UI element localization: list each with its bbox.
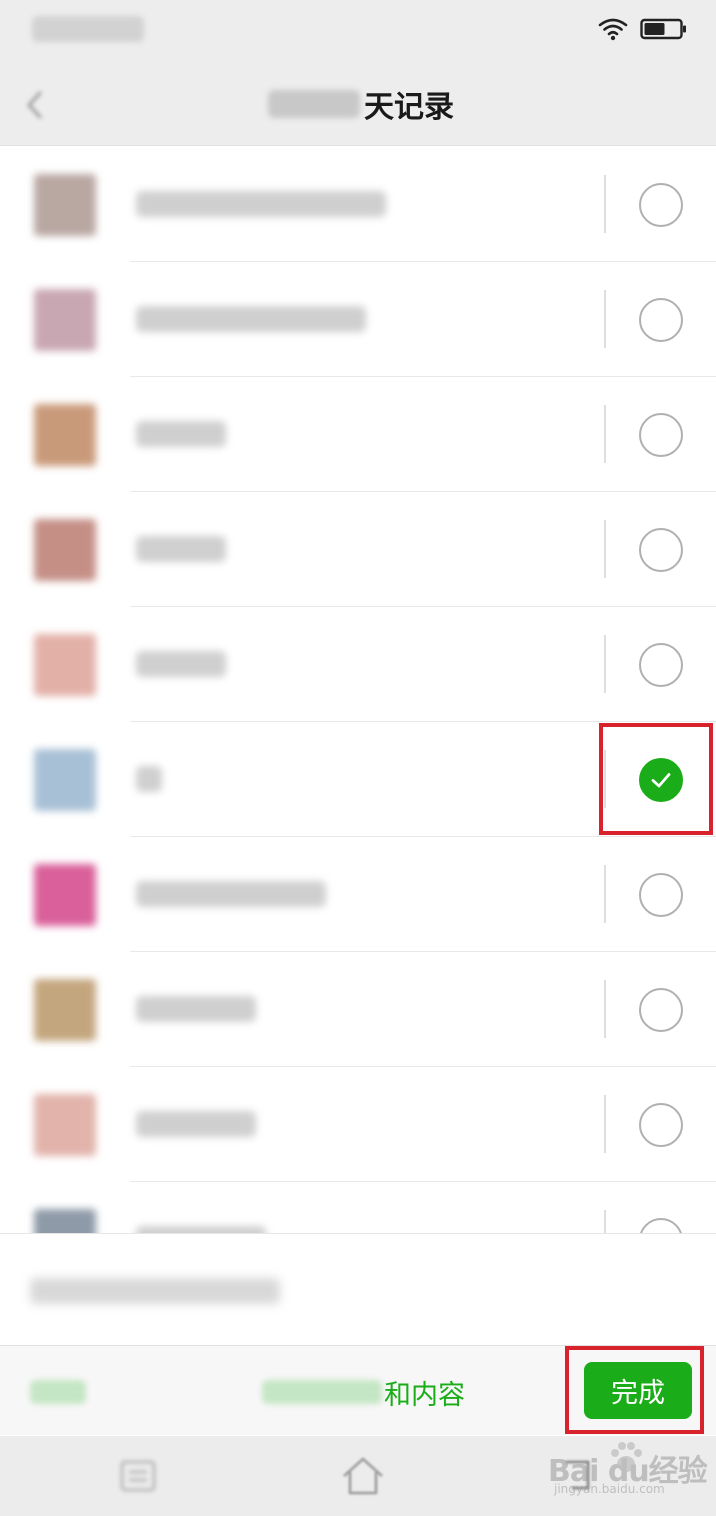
chat-checkbox[interactable] [639, 183, 683, 227]
row-divider [604, 290, 606, 348]
chat-name-blurred [136, 881, 326, 907]
chat-checkbox[interactable] [639, 528, 683, 572]
selection-summary-blurred-text [30, 1278, 280, 1304]
chat-row[interactable] [0, 837, 716, 952]
chat-checkbox[interactable] [639, 643, 683, 687]
chat-name-blurred [136, 1226, 266, 1233]
chat-checkbox[interactable] [639, 1218, 683, 1233]
page-title-blurred-part [268, 90, 360, 118]
row-divider [604, 980, 606, 1038]
chat-row[interactable] [0, 952, 716, 1067]
filter-link-blurred-part [262, 1380, 382, 1404]
row-divider [604, 865, 606, 923]
baidu-jingyan-watermark: Bai du经验 jingyan.baidu.com [548, 1438, 708, 1502]
chat-name-blurred [136, 766, 162, 792]
status-bar [0, 0, 716, 62]
page-title: 天记录 [268, 84, 454, 125]
chat-name-blurred [136, 996, 256, 1022]
chat-name-blurred [136, 651, 226, 677]
chat-row[interactable] [0, 1182, 716, 1233]
chat-name-blurred [136, 306, 366, 332]
chat-name-blurred [136, 421, 226, 447]
row-divider [604, 405, 606, 463]
avatar [34, 289, 96, 351]
avatar [34, 174, 96, 236]
filter-link-visible-text: 和内容 [384, 1379, 465, 1411]
chat-checkbox[interactable] [639, 413, 683, 457]
page-title-visible-text: 天记录 [364, 90, 454, 125]
selection-summary [0, 1233, 716, 1345]
home-icon[interactable] [340, 1454, 386, 1498]
chat-row[interactable] [0, 607, 716, 722]
avatar [34, 749, 96, 811]
wifi-icon [598, 18, 628, 41]
avatar [34, 404, 96, 466]
row-divider [604, 175, 606, 233]
status-time-blurred [32, 16, 144, 42]
menu-icon[interactable] [118, 1458, 158, 1494]
chat-row[interactable] [0, 147, 716, 262]
chat-list [0, 147, 716, 1233]
battery-icon [640, 18, 686, 40]
avatar [34, 1209, 96, 1233]
chat-checkbox[interactable] [639, 873, 683, 917]
chat-row[interactable] [0, 377, 716, 492]
highlight-selected-checkbox [599, 723, 713, 835]
avatar [34, 864, 96, 926]
chat-name-blurred [136, 191, 386, 217]
chat-row[interactable] [0, 1067, 716, 1182]
row-divider [604, 1210, 606, 1233]
row-divider [604, 635, 606, 693]
back-arrow-icon[interactable] [22, 90, 48, 120]
row-divider [604, 520, 606, 578]
chat-name-blurred [136, 1111, 256, 1137]
avatar [34, 1094, 96, 1156]
chat-checkbox[interactable] [639, 1103, 683, 1147]
avatar [34, 634, 96, 696]
filter-by-time-and-content-link[interactable]: 和内容 [262, 1374, 465, 1411]
row-divider [604, 1095, 606, 1153]
highlight-done-button [565, 1346, 704, 1434]
chat-row[interactable] [0, 262, 716, 377]
avatar [34, 979, 96, 1041]
select-all-button-blurred[interactable] [30, 1380, 86, 1404]
chat-row[interactable] [0, 492, 716, 607]
chat-name-blurred [136, 536, 226, 562]
chat-checkbox[interactable] [639, 298, 683, 342]
nav-bar: 天记录 [0, 62, 716, 146]
watermark-url: jingyan.baidu.com [554, 1482, 665, 1496]
chat-checkbox[interactable] [639, 988, 683, 1032]
avatar [34, 519, 96, 581]
